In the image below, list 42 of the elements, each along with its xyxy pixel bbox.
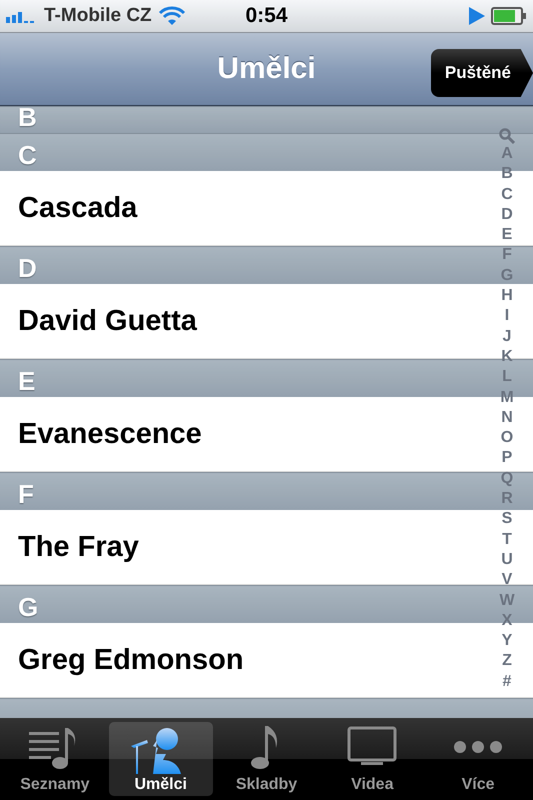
section-letter: B — [18, 106, 37, 133]
index-letter[interactable]: V — [502, 570, 512, 591]
now-playing-button[interactable]: Puštěné — [430, 49, 533, 97]
index-letter[interactable]: I — [504, 306, 510, 327]
index-letter[interactable]: T — [502, 530, 512, 550]
clock-time: 0:54 — [245, 4, 288, 28]
index-letter[interactable]: Z — [502, 651, 512, 672]
index-letter[interactable]: H — [501, 286, 513, 306]
more-icon — [453, 740, 504, 754]
tv-icon — [347, 726, 398, 766]
index-letter[interactable]: O — [500, 428, 514, 448]
index-letter[interactable]: N — [501, 408, 513, 428]
carrier-name: T-Mobile CZ — [44, 5, 152, 27]
play-icon — [469, 7, 485, 25]
tab[interactable]: Seznamy — [3, 722, 107, 796]
index-letter[interactable]: S — [502, 509, 512, 530]
index-letter[interactable]: U — [501, 550, 513, 570]
index-letter[interactable]: D — [501, 204, 513, 226]
wifi-icon — [158, 6, 186, 26]
tab[interactable]: Skladby — [214, 722, 318, 796]
index-letter[interactable]: J — [502, 326, 512, 347]
battery-icon — [491, 7, 527, 25]
index-letter[interactable]: Y — [502, 631, 512, 652]
tab[interactable]: Umělci — [108, 722, 213, 796]
section-letter: F — [18, 478, 34, 510]
index-letter[interactable]: E — [502, 225, 512, 246]
screen-title: Umělci — [217, 52, 316, 86]
tab[interactable]: Videa — [320, 722, 424, 796]
section-letter: C — [18, 139, 37, 171]
search-icon[interactable] — [499, 128, 515, 144]
section-letter: D — [18, 252, 37, 284]
section-letter: G — [18, 591, 38, 623]
artist-name[interactable]: Greg Edmonson — [18, 644, 244, 676]
tab[interactable]: Více — [426, 722, 530, 796]
artist-name[interactable]: Evanescence — [18, 418, 202, 450]
section-letter: E — [18, 365, 36, 397]
index-letter[interactable]: # — [502, 672, 512, 692]
artist-name[interactable]: Cascada — [18, 192, 138, 224]
index-letter[interactable]: C — [501, 184, 513, 205]
index-letter[interactable]: P — [502, 448, 512, 469]
artist-name[interactable]: The Fray — [18, 530, 139, 564]
artist-name[interactable]: David Guetta — [18, 304, 197, 338]
